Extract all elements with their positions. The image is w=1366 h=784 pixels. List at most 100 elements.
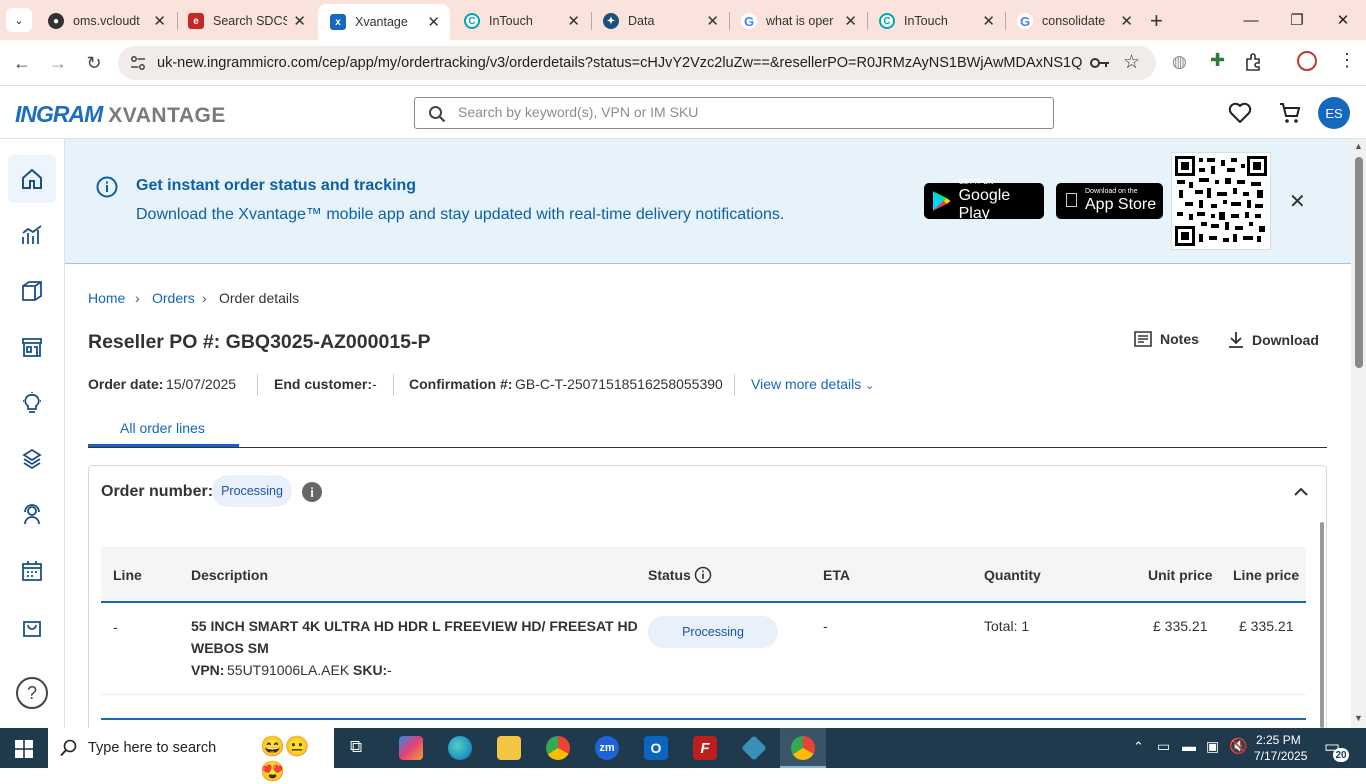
column-header-unit-price: Unit price <box>1148 567 1213 583</box>
tray-volume-muted-icon[interactable]: 🔇 <box>1229 737 1248 755</box>
browser-tab[interactable]: C InTouch ✕ <box>867 6 1005 36</box>
tab-all-order-lines[interactable]: All order lines <box>120 420 205 436</box>
chrome-menu-icon[interactable]: ⋮ <box>1338 50 1356 71</box>
maximize-button[interactable]: ❐ <box>1274 0 1320 40</box>
browser-tab[interactable]: G consolidate ✕ <box>1005 6 1143 36</box>
nav-orders-button[interactable] <box>8 267 56 315</box>
browser-tab[interactable]: C InTouch ✕ <box>452 6 590 36</box>
filezilla-icon[interactable]: F <box>693 736 717 760</box>
tab-search-button[interactable]: ⌄ <box>6 8 32 32</box>
status-info-icon[interactable]: i <box>302 482 322 502</box>
row-vpn-label: VPN: <box>191 662 225 678</box>
stack-layers-icon <box>22 448 42 470</box>
copilot-icon[interactable] <box>399 736 423 760</box>
file-explorer-icon[interactable] <box>497 736 521 760</box>
clock-date[interactable]: 7/17/2025 <box>1254 749 1307 763</box>
minimize-button[interactable]: — <box>1228 0 1274 40</box>
app-header: INGRAM XVANTAGE ES <box>0 87 1366 139</box>
tray-chevron-up-icon[interactable]: ⌃ <box>1133 739 1144 755</box>
browser-tab[interactable]: e Search SDCS ✕ <box>176 6 316 36</box>
active-taskbar-app[interactable] <box>780 728 826 768</box>
favorites-heart-icon[interactable] <box>1228 102 1252 124</box>
app-store-button[interactable]:  Download on theApp Store <box>1056 183 1163 219</box>
xvantage-icon: x <box>330 14 346 30</box>
nav-shop-button[interactable] <box>8 603 56 651</box>
windows-start-icon[interactable] <box>15 740 33 758</box>
tray-network-icon[interactable]: ▣ <box>1206 738 1219 755</box>
google-play-icon <box>932 191 951 211</box>
translate-icon[interactable]: ◍ <box>1172 52 1187 72</box>
extensions-puzzle-icon[interactable] <box>1245 53 1263 71</box>
cart-icon[interactable] <box>1278 101 1302 125</box>
browser-tab[interactable]: ● oms.vcloudt ✕ <box>36 6 176 36</box>
confirmation-label: Confirmation #: <box>409 376 513 392</box>
google-icon: G <box>1017 13 1033 29</box>
clock-time[interactable]: 2:25 PM <box>1256 733 1301 747</box>
site-info-icon[interactable] <box>130 55 146 71</box>
notes-button[interactable]: Notes <box>1134 331 1199 347</box>
close-tab-icon[interactable]: ✕ <box>567 12 580 30</box>
extension-plus-icon[interactable]: ✚ <box>1210 50 1225 71</box>
google-play-button[interactable]: GET IT ON Google Play <box>924 179 1044 222</box>
taskbar-search-icon <box>60 739 77 757</box>
scroll-down-arrow-icon[interactable]: ▼ <box>1354 713 1363 723</box>
bookmark-star-icon[interactable]: ☆ <box>1123 51 1140 74</box>
close-tab-icon[interactable]: ✕ <box>844 12 857 30</box>
address-bar[interactable]: uk-new.ingrammicro.com/cep/app/my/ordert… <box>118 46 1156 80</box>
task-view-icon[interactable]: ⧉ <box>350 737 362 757</box>
browser-tab[interactable]: G what is oper ✕ <box>729 6 867 36</box>
chevron-up-icon[interactable] <box>1294 487 1308 497</box>
nav-analytics-button[interactable] <box>8 211 56 259</box>
nav-support-button[interactable] <box>8 491 56 539</box>
app-diamond-icon[interactable] <box>741 735 767 761</box>
browser-tab-active[interactable]: x Xvantage ✕ <box>318 4 450 40</box>
search-icon[interactable] <box>428 105 446 123</box>
search-input[interactable] <box>458 104 1038 120</box>
page-scrollbar-thumb[interactable] <box>1355 157 1363 368</box>
tray-battery-icon[interactable]: ▬ <box>1182 738 1196 754</box>
row-divider <box>101 694 1306 695</box>
user-avatar[interactable]: ES <box>1318 97 1350 129</box>
reload-button[interactable]: ↻ <box>80 49 108 77</box>
nav-ideas-button[interactable] <box>8 379 56 427</box>
taskbar-search-box[interactable]: Type here to search 😄😐😍 <box>48 728 334 783</box>
ingram-xvantage-logo[interactable]: INGRAM XVANTAGE <box>15 101 226 128</box>
new-tab-button[interactable]: + <box>1150 8 1163 34</box>
breadcrumb-home[interactable]: Home <box>88 290 125 306</box>
tray-device-icon[interactable]: ▭ <box>1157 738 1170 755</box>
nav-store-button[interactable] <box>8 323 56 371</box>
orders-box-icon <box>22 281 42 301</box>
close-tab-icon[interactable]: ✕ <box>427 13 440 31</box>
column-header-description: Description <box>191 567 269 583</box>
nav-calendar-button[interactable] <box>8 547 56 595</box>
zoom-app-icon[interactable]: zm <box>595 736 619 760</box>
back-button[interactable]: ← <box>8 49 36 77</box>
password-key-icon[interactable] <box>1090 56 1110 70</box>
status-column-info-icon[interactable] <box>694 566 712 584</box>
lightbulb-icon <box>23 392 41 413</box>
profile-icon[interactable] <box>1297 51 1317 71</box>
forward-button[interactable]: → <box>44 49 72 77</box>
window-close-button[interactable]: ✕ <box>1320 0 1366 40</box>
banner-close-icon[interactable]: ✕ <box>1289 189 1306 214</box>
close-tab-icon[interactable]: ✕ <box>982 12 995 30</box>
view-more-details-link[interactable]: View more details ⌄ <box>751 376 874 392</box>
close-tab-icon[interactable]: ✕ <box>153 12 166 30</box>
card-scrollbar-thumb[interactable] <box>1320 522 1324 728</box>
edge-icon[interactable] <box>448 736 472 760</box>
product-search-box[interactable] <box>414 97 1054 129</box>
breadcrumb-orders[interactable]: Orders <box>152 290 195 306</box>
chrome-icon[interactable] <box>546 736 570 760</box>
emoji-search-highlight-icon: 😄😐😍 <box>260 736 310 783</box>
help-button[interactable]: ? <box>8 669 56 717</box>
nav-cloud-button[interactable] <box>8 435 56 483</box>
close-tab-icon[interactable]: ✕ <box>706 12 719 30</box>
browser-tab[interactable]: ✦ Data ✕ <box>591 6 729 36</box>
nav-home-button[interactable] <box>8 155 56 203</box>
outlook-icon[interactable]: O <box>644 736 668 760</box>
download-button[interactable]: Download <box>1228 331 1319 349</box>
close-tab-icon[interactable]: ✕ <box>1120 12 1133 30</box>
scroll-up-arrow-icon[interactable]: ▲ <box>1354 141 1363 151</box>
tab-divider <box>88 447 1327 448</box>
close-tab-icon[interactable]: ✕ <box>293 12 306 30</box>
